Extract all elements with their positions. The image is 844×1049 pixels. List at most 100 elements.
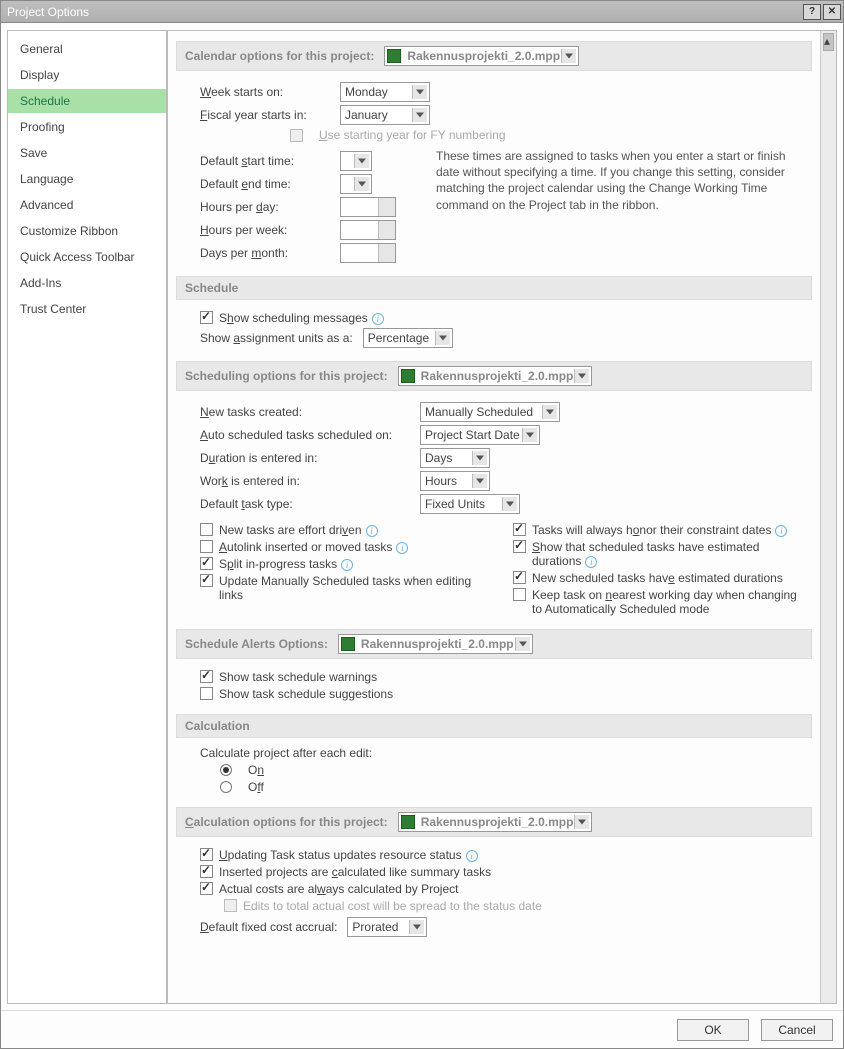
- sidebar-item-general[interactable]: General: [8, 37, 166, 61]
- alerts-title: Schedule Alerts Options:: [185, 637, 328, 651]
- keep-nearest-label: Keep task on nearest working day when ch…: [532, 588, 806, 616]
- content-scroll: Calendar options for this project: Raken…: [168, 31, 820, 1003]
- hours-per-week-spinner[interactable]: [340, 220, 396, 240]
- effort-driven-label: New tasks are effort driven: [219, 523, 493, 537]
- scheduling-options-title: Scheduling options for this project:: [185, 369, 388, 383]
- schedule-header: Schedule: [176, 276, 812, 300]
- fiscal-starts-value: January: [345, 108, 388, 122]
- warnings-checkbox[interactable]: [200, 670, 213, 683]
- suggestions-checkbox[interactable]: [200, 687, 213, 700]
- info-icon[interactable]: [585, 556, 597, 568]
- show-est-checkbox[interactable]: [513, 540, 526, 553]
- scheduling-project-select[interactable]: Rakennusprojekti_2.0.mpp: [398, 366, 593, 386]
- chevron-down-icon: [578, 374, 586, 379]
- calc-project-select[interactable]: Rakennusprojekti_2.0.mpp: [398, 812, 593, 832]
- update-status-checkbox[interactable]: [200, 848, 213, 861]
- actual-costs-checkbox[interactable]: [200, 882, 213, 895]
- calculation-body: Calculate project after each edit: On Of…: [176, 738, 812, 801]
- assignment-units-value: Percentage: [368, 331, 429, 345]
- info-icon[interactable]: [396, 542, 408, 554]
- chevron-down-icon: [546, 410, 554, 415]
- chevron-down-icon: [578, 820, 586, 825]
- chevron-down-icon: [476, 479, 484, 484]
- new-tasks-label: New tasks created:: [200, 405, 410, 419]
- duration-value: Days: [425, 451, 452, 465]
- dialog-body: General Display Schedule Proofing Save L…: [1, 23, 843, 1010]
- info-icon[interactable]: [466, 850, 478, 862]
- mpp-file-icon: [387, 49, 401, 63]
- time-inputs-col: Default start time: Default end time: Ho…: [200, 148, 396, 266]
- sidebar-item-advanced[interactable]: Advanced: [8, 193, 166, 217]
- autolink-checkbox[interactable]: [200, 540, 213, 553]
- update-manual-checkbox[interactable]: [200, 574, 213, 587]
- schedule-title: Schedule: [185, 281, 238, 295]
- alerts-project-select[interactable]: Rakennusprojekti_2.0.mpp: [338, 634, 533, 654]
- alerts-project-value: Rakennusprojekti_2.0.mpp: [361, 637, 514, 651]
- hours-per-day-label: Hours per day:: [200, 200, 330, 214]
- week-starts-select[interactable]: Monday: [340, 82, 430, 102]
- task-type-select[interactable]: Fixed Units: [420, 494, 520, 514]
- mpp-file-icon: [341, 637, 355, 651]
- edits-total-label: Edits to total actual cost will be sprea…: [243, 899, 542, 913]
- split-tasks-checkbox[interactable]: [200, 557, 213, 570]
- chevron-down-icon: [439, 336, 447, 341]
- accrual-select[interactable]: Prorated: [347, 917, 427, 937]
- ok-button[interactable]: OK: [677, 1019, 749, 1041]
- scheduling-options-body: New tasks created: Manually Scheduled Au…: [176, 391, 812, 623]
- calc-on-radio[interactable]: [220, 764, 232, 776]
- honor-dates-label: Tasks will always honor their constraint…: [532, 523, 806, 537]
- dialog-footer: OK Cancel: [1, 1010, 843, 1048]
- vertical-scrollbar[interactable]: ▴: [820, 31, 836, 1003]
- schedule-body: Show scheduling messages Show assignment…: [176, 300, 812, 355]
- auto-scheduled-select[interactable]: Project Start Date: [420, 425, 540, 445]
- default-start-label: Default start time:: [200, 154, 330, 168]
- effort-driven-checkbox[interactable]: [200, 523, 213, 536]
- sidebar-item-customize-ribbon[interactable]: Customize Ribbon: [8, 219, 166, 243]
- chevron-down-icon: [526, 433, 534, 438]
- work-label: Work is entered in:: [200, 474, 410, 488]
- calendar-options-body: Week starts on: Monday Fiscal year start…: [176, 71, 812, 270]
- suggestions-label: Show task schedule suggestions: [219, 687, 393, 701]
- sidebar-item-trust-center[interactable]: Trust Center: [8, 297, 166, 321]
- sidebar-item-addins[interactable]: Add-Ins: [8, 271, 166, 295]
- close-button[interactable]: ✕: [823, 4, 841, 20]
- calendar-project-select[interactable]: Rakennusprojekti_2.0.mpp: [384, 46, 579, 66]
- default-start-select[interactable]: [340, 151, 372, 171]
- assignment-units-select[interactable]: Percentage: [363, 328, 453, 348]
- default-end-select[interactable]: [340, 174, 372, 194]
- work-select[interactable]: Hours: [420, 471, 490, 491]
- info-icon[interactable]: [341, 559, 353, 571]
- chevron-down-icon: [565, 54, 573, 59]
- calc-off-radio[interactable]: [220, 781, 232, 793]
- info-icon[interactable]: [366, 525, 378, 537]
- info-icon[interactable]: [775, 525, 787, 537]
- show-scheduling-messages-checkbox[interactable]: [200, 311, 213, 324]
- cancel-button[interactable]: Cancel: [761, 1019, 833, 1041]
- new-est-checkbox[interactable]: [513, 571, 526, 584]
- after-edit-label: Calculate project after each edit:: [200, 746, 806, 760]
- help-button[interactable]: ?: [803, 4, 821, 20]
- days-per-month-spinner[interactable]: [340, 243, 396, 263]
- sidebar-item-display[interactable]: Display: [8, 63, 166, 87]
- new-tasks-select[interactable]: Manually Scheduled: [420, 402, 560, 422]
- sidebar-item-proofing[interactable]: Proofing: [8, 115, 166, 139]
- hours-per-day-spinner[interactable]: [340, 197, 396, 217]
- sidebar-item-language[interactable]: Language: [8, 167, 166, 191]
- sidebar-item-save[interactable]: Save: [8, 141, 166, 165]
- work-value: Hours: [425, 474, 457, 488]
- fiscal-starts-select[interactable]: January: [340, 105, 430, 125]
- honor-dates-checkbox[interactable]: [513, 523, 526, 536]
- mpp-file-icon: [401, 815, 415, 829]
- inserted-projects-checkbox[interactable]: [200, 865, 213, 878]
- sidebar-item-quick-access[interactable]: Quick Access Toolbar: [8, 245, 166, 269]
- duration-select[interactable]: Days: [420, 448, 490, 468]
- keep-nearest-checkbox[interactable]: [513, 588, 526, 601]
- chevron-down-icon: [416, 90, 424, 95]
- update-manual-label: Update Manually Scheduled tasks when edi…: [219, 574, 493, 602]
- info-icon[interactable]: [372, 313, 384, 325]
- scroll-up-icon[interactable]: ▴: [823, 33, 834, 51]
- titlebar-buttons: ? ✕: [803, 4, 841, 20]
- sidebar-item-schedule[interactable]: Schedule: [8, 89, 166, 113]
- hours-per-week-label: Hours per week:: [200, 223, 330, 237]
- fiscal-starts-label: Fiscal year starts in:: [200, 108, 330, 122]
